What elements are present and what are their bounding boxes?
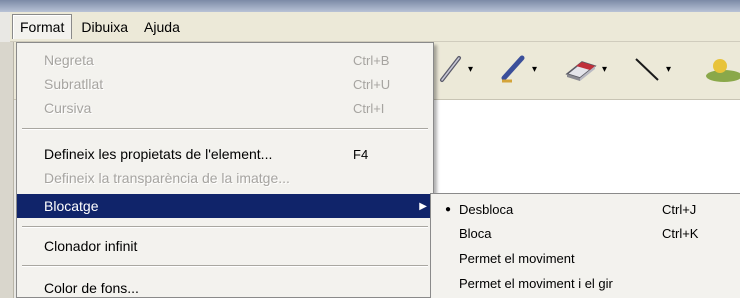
submenu-arrow-icon: ▶	[419, 200, 427, 212]
submenu-item-bloca[interactable]: Bloca Ctrl+K	[431, 221, 740, 245]
highlighter-icon	[501, 55, 525, 83]
submenu-item-desbloca[interactable]: ● Desbloca Ctrl+J	[431, 197, 740, 221]
menu-item-clonador-infinit[interactable]: Clonador infinit	[17, 234, 433, 258]
menu-separator	[22, 226, 428, 228]
shortcut-label: Ctrl+K	[662, 225, 699, 241]
line-tool-button[interactable]: ▾	[632, 52, 671, 86]
fill-tool-button[interactable]	[702, 52, 740, 86]
radio-bullet-icon: ●	[445, 203, 452, 215]
menu-item-defineix-transparencia[interactable]: Defineix la transparència de la imatge..…	[17, 166, 433, 190]
menu-separator	[22, 265, 428, 267]
highlighter-tool-button[interactable]: ▾	[498, 52, 537, 86]
eraser-tool-button[interactable]: ▾	[564, 52, 607, 86]
menu-item-subratllat[interactable]: Subratllat Ctrl+U	[17, 72, 433, 96]
shortcut-label: Ctrl+I	[353, 100, 385, 116]
submenu-item-permet-moviment-gir[interactable]: Permet el moviment i el gir	[431, 271, 740, 295]
menu-item-blocatge[interactable]: Blocatge ▶	[17, 194, 433, 218]
menu-item-defineix-propietats[interactable]: Defineix les propietats de l'element... …	[17, 142, 433, 166]
pen-tool-button[interactable]: ▾	[438, 52, 473, 86]
pen-dropdown-arrow[interactable]: ▾	[468, 64, 473, 75]
highlighter-dropdown-arrow[interactable]: ▾	[532, 64, 537, 75]
menu-format[interactable]: Format	[12, 14, 73, 39]
pen-icon	[440, 56, 461, 82]
line-icon	[635, 58, 659, 81]
eraser-icon	[565, 61, 597, 81]
left-panel-edge	[0, 42, 14, 298]
eraser-dropdown-arrow[interactable]: ▾	[602, 64, 607, 75]
format-menu-dropdown: Negreta Ctrl+B Subratllat Ctrl+U Cursiva…	[16, 42, 434, 298]
submenu-item-permet-moviment[interactable]: Permet el moviment	[431, 246, 740, 270]
menu-ajuda[interactable]: Ajuda	[137, 15, 187, 39]
blocatge-submenu: ● Desbloca Ctrl+J Bloca Ctrl+K Permet el…	[430, 193, 740, 298]
fill-icon	[706, 59, 740, 82]
window-frame-top	[0, 0, 740, 12]
shortcut-label: Ctrl+J	[662, 201, 697, 217]
menu-separator	[22, 128, 428, 130]
menu-bar: Format Dibuixa Ajuda	[10, 12, 740, 42]
shortcut-label: Ctrl+B	[353, 52, 390, 68]
menu-item-negreta[interactable]: Negreta Ctrl+B	[17, 48, 433, 72]
line-dropdown-arrow[interactable]: ▾	[666, 64, 671, 75]
shortcut-label: Ctrl+U	[353, 76, 391, 92]
menu-dibuixa[interactable]: Dibuixa	[74, 15, 135, 39]
menu-item-color-de-fons[interactable]: Color de fons...	[17, 276, 433, 298]
menu-item-cursiva[interactable]: Cursiva Ctrl+I	[17, 96, 433, 120]
shortcut-label: F4	[353, 146, 369, 162]
